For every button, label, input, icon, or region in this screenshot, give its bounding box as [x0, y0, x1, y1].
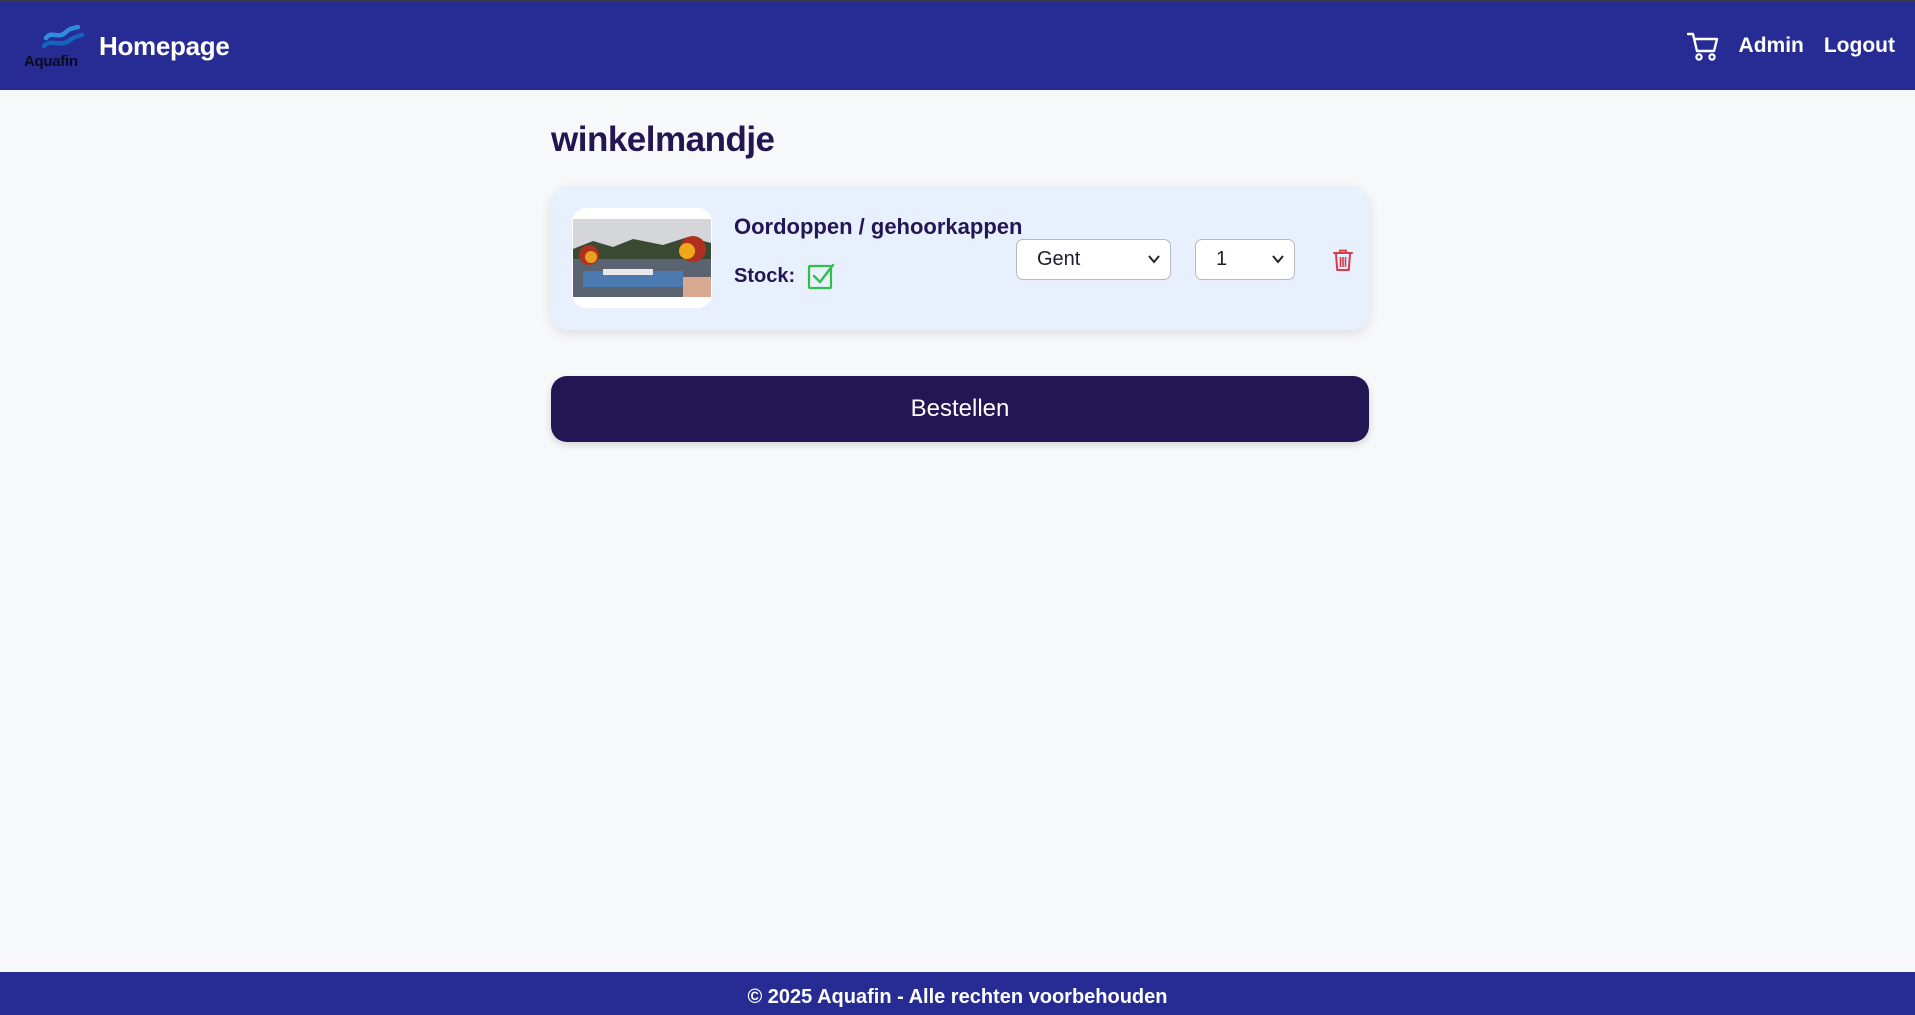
shopping-cart-icon[interactable]	[1686, 30, 1719, 62]
aquafin-logo[interactable]: Aquafin	[24, 22, 90, 70]
stock-status: Stock:	[734, 262, 835, 290]
order-button[interactable]: Bestellen	[551, 376, 1369, 442]
chevron-down-icon	[1148, 255, 1160, 264]
cart-item: Oordoppen / gehoorkappen Stock: Gent 1	[551, 186, 1369, 330]
product-name: Oordoppen / gehoorkappen	[734, 214, 1023, 239]
location-select[interactable]: Gent	[1016, 239, 1171, 280]
quantity-select-value: 1	[1216, 248, 1228, 270]
stock-label: Stock:	[734, 264, 796, 287]
nav-links: Admin Logout	[1686, 30, 1915, 62]
product-image	[572, 208, 712, 308]
location-select-value: Gent	[1037, 248, 1081, 270]
logout-link[interactable]: Logout	[1824, 34, 1895, 58]
footer-copyright: © 2025 Aquafin - Alle rechten voorbehoud…	[747, 986, 1168, 1008]
page-title: winkelmandje	[551, 120, 775, 159]
trash-icon[interactable]	[1332, 248, 1354, 277]
admin-link[interactable]: Admin	[1739, 34, 1804, 58]
footer: © 2025 Aquafin - Alle rechten voorbehoud…	[0, 972, 1915, 1015]
chevron-down-icon	[1272, 255, 1284, 264]
check-square-icon	[807, 262, 835, 290]
brand: Aquafin Homepage	[0, 22, 230, 70]
logo-waves-icon	[42, 24, 85, 49]
main-content: winkelmandje Oordoppen / gehoorkappen St…	[551, 90, 1369, 442]
quantity-select[interactable]: 1	[1195, 239, 1295, 280]
homepage-link[interactable]: Homepage	[99, 31, 230, 62]
logo-text: Aquafin	[24, 53, 78, 70]
navbar: Aquafin Homepage Admin Logout	[0, 2, 1915, 90]
